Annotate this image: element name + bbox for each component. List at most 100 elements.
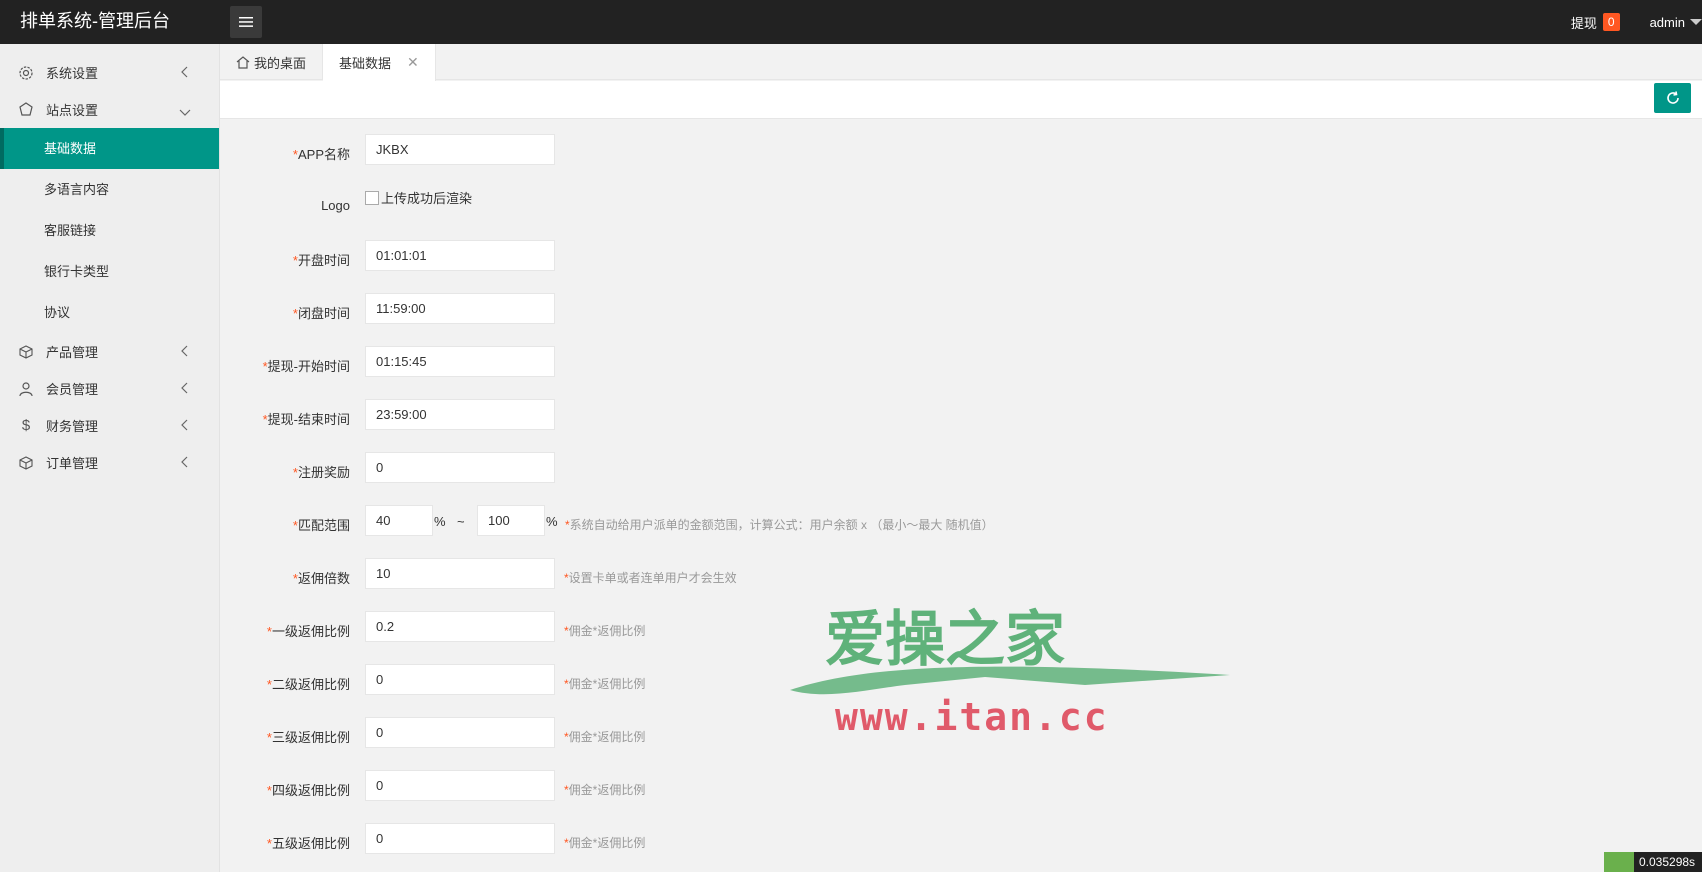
open-time-input[interactable]: 01:01:01 <box>365 240 555 271</box>
gear-icon <box>18 65 34 81</box>
tab-basic-data[interactable]: 基础数据 ✕ <box>323 44 436 81</box>
level2-hint: *佣金*返佣比例 <box>564 677 646 691</box>
level5-hint: *佣金*返佣比例 <box>564 836 646 850</box>
sidebar-subitem-multilang[interactable]: 多语言内容 <box>0 169 219 210</box>
toolbar <box>220 81 1702 119</box>
close-time-input[interactable]: 11:59:00 <box>365 293 555 324</box>
logo-image[interactable]: 上传成功后渲染 <box>365 188 472 207</box>
tilde-separator: ~ <box>457 514 465 529</box>
timing-text: 0.035298s <box>1639 855 1696 869</box>
menu-toggle-button[interactable] <box>230 6 262 38</box>
username: admin <box>1649 14 1685 30</box>
form-row-withdraw-start: *提现-开始时间 01:15:45 <box>220 346 1702 380</box>
withdraw-label: 提现 <box>1570 15 1597 31</box>
chevron-left-icon <box>181 456 189 471</box>
form-row-app-name: *APP名称 JKBX <box>220 134 1702 168</box>
home-icon <box>236 55 250 69</box>
match-range-min-input[interactable]: 40 <box>365 505 433 536</box>
caret-down-icon <box>1690 19 1702 25</box>
refresh-icon <box>1666 91 1679 104</box>
sidebar-subitem-basic-data[interactable]: 基础数据 <box>0 128 219 169</box>
register-reward-input[interactable]: 0 <box>365 452 555 483</box>
sidebar-subitem-support-link[interactable]: 客服链接 <box>0 210 219 251</box>
withdraw-link[interactable]: 提现 0 <box>1571 13 1620 32</box>
top-bar: 排单系统-管理后台 提现 0 admin <box>0 0 1702 44</box>
close-icon[interactable]: ✕ <box>407 54 419 71</box>
form-row-level4: *四级返佣比例 0 *佣金*返佣比例 <box>220 770 1702 804</box>
app-name-input[interactable]: JKBX <box>365 134 555 165</box>
sidebar-item-label: 订单管理 <box>46 456 99 471</box>
level4-label: 四级返佣比例 <box>271 783 350 798</box>
logo-label: Logo <box>321 198 350 213</box>
withdraw-end-label: 提现-结束时间 <box>267 412 350 427</box>
sidebar-item-label: 系统设置 <box>46 66 99 81</box>
sidebar-item-products[interactable]: 产品管理 <box>0 333 219 370</box>
level3-label: 三级返佣比例 <box>271 730 350 745</box>
timing-badge: 0.035298s <box>1604 852 1702 872</box>
open-time-label: 开盘时间 <box>297 253 350 268</box>
level4-input[interactable]: 0 <box>365 770 555 801</box>
form-row-logo: Logo 上传成功后渲染 <box>220 184 1702 218</box>
chevron-left-icon <box>181 345 189 360</box>
sidebar-item-label: 产品管理 <box>46 345 99 360</box>
form-row-level5: *五级返佣比例 0 *佣金*返佣比例 <box>220 823 1702 857</box>
form-row-match-range: *匹配范围 40 % ~ 100 % *系统自动给用户派单的金额范围，计算公式：… <box>220 505 1702 539</box>
chevron-left-icon <box>181 419 189 434</box>
chevron-left-icon <box>181 66 189 81</box>
chevron-left-icon <box>181 382 189 397</box>
leaf-icon <box>1604 852 1634 872</box>
chevron-down-icon <box>179 105 191 120</box>
level1-input[interactable]: 0.2 <box>365 611 555 642</box>
withdraw-end-input[interactable]: 23:59:00 <box>365 399 555 430</box>
percent-sign: % <box>546 514 558 529</box>
level1-label: 一级返佣比例 <box>271 624 350 639</box>
tab-label: 我的桌面 <box>254 55 307 71</box>
withdraw-start-input[interactable]: 01:15:45 <box>365 346 555 377</box>
sidebar-item-site-settings[interactable]: 站点设置 <box>0 91 219 128</box>
sidebar-item-label: 财务管理 <box>46 419 99 434</box>
sidebar-item-finance[interactable]: $ 财务管理 <box>0 407 219 444</box>
level2-input[interactable]: 0 <box>365 664 555 695</box>
level2-label: 二级返佣比例 <box>271 677 350 692</box>
withdraw-start-label: 提现-开始时间 <box>267 359 350 374</box>
site-icon <box>18 101 34 118</box>
level5-label: 五级返佣比例 <box>271 836 350 851</box>
app-name-label: APP名称 <box>297 147 350 162</box>
commission-multiple-label: 返佣倍数 <box>297 571 350 586</box>
cube-icon <box>18 344 34 360</box>
tab-label: 基础数据 <box>339 56 392 71</box>
refresh-button[interactable] <box>1654 83 1691 113</box>
form-row-withdraw-end: *提现-结束时间 23:59:00 <box>220 399 1702 433</box>
match-range-max-input[interactable]: 100 <box>477 505 545 536</box>
sidebar-subitem-bank-card-type[interactable]: 银行卡类型 <box>0 251 219 292</box>
tab-bar: 我的桌面 基础数据 ✕ <box>220 44 1702 81</box>
hamburger-icon <box>239 17 253 27</box>
box-icon <box>18 455 34 471</box>
form-row-register-reward: *注册奖励 0 <box>220 452 1702 486</box>
dollar-icon: $ <box>21 417 31 434</box>
form-row-open-time: *开盘时间 01:01:01 <box>220 240 1702 274</box>
tab-desktop[interactable]: 我的桌面 <box>220 44 324 80</box>
withdraw-count-badge: 0 <box>1602 13 1620 31</box>
user-menu[interactable]: admin <box>1650 15 1702 30</box>
commission-multiple-input[interactable]: 10 <box>365 558 555 589</box>
form-row-close-time: *闭盘时间 11:59:00 <box>220 293 1702 327</box>
level5-input[interactable]: 0 <box>365 823 555 854</box>
level3-hint: *佣金*返佣比例 <box>564 730 646 744</box>
user-icon <box>18 381 34 397</box>
sidebar-subitem-agreement[interactable]: 协议 <box>0 292 219 333</box>
app-title: 排单系统-管理后台 <box>20 11 170 31</box>
sidebar-item-orders[interactable]: 订单管理 <box>0 444 219 481</box>
level1-hint: *佣金*返佣比例 <box>564 624 646 638</box>
match-range-hint: *系统自动给用户派单的金额范围，计算公式：用户余额 x （最小～最大 随机值） <box>565 518 994 532</box>
sidebar-item-label: 会员管理 <box>46 382 99 397</box>
sidebar: 系统设置 站点设置 基础数据 多语言内容 客服链接 银行卡类型 协议 产品管理 … <box>0 44 220 872</box>
percent-sign: % <box>434 514 446 529</box>
level3-input[interactable]: 0 <box>365 717 555 748</box>
sidebar-item-label: 站点设置 <box>46 103 99 118</box>
match-range-label: 匹配范围 <box>297 518 350 533</box>
watermark-text: 爱操之家 <box>825 605 1065 675</box>
sidebar-item-system-settings[interactable]: 系统设置 <box>0 54 219 91</box>
broken-image-icon <box>365 190 379 205</box>
sidebar-item-members[interactable]: 会员管理 <box>0 370 219 407</box>
